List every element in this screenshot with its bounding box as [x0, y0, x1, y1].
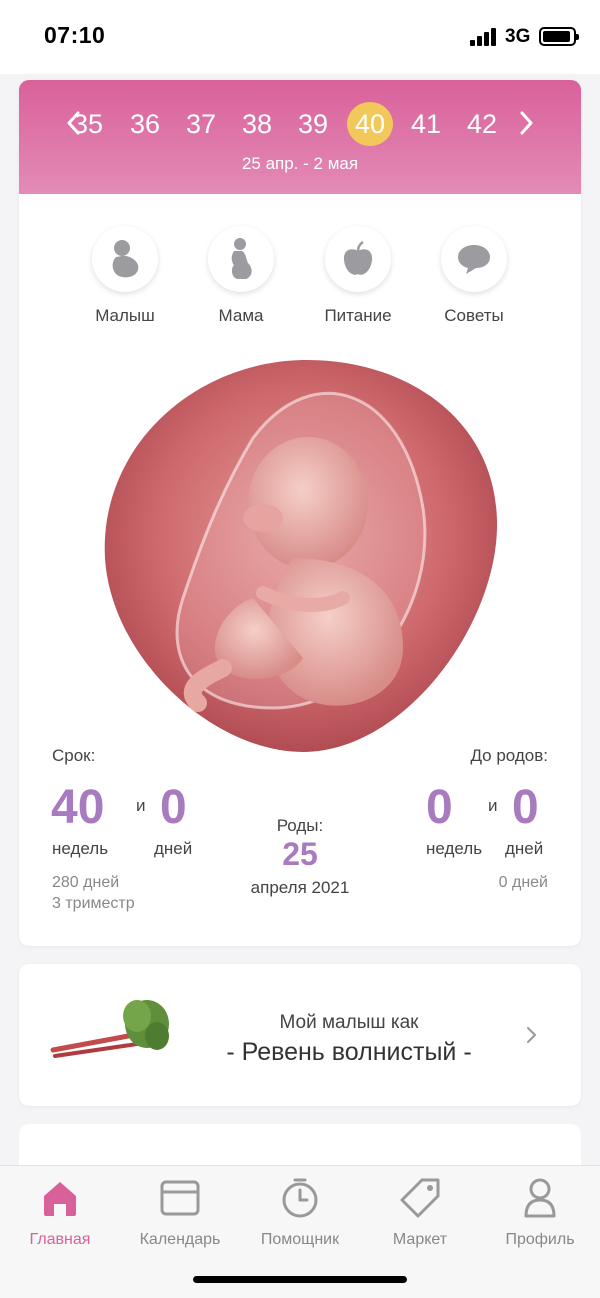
home-indicator [193, 1276, 407, 1283]
rhubarb-image [47, 994, 172, 1070]
tab-market[interactable]: Маркет [360, 1176, 480, 1249]
until-days-unit: дней [505, 839, 544, 858]
term-trimester: 3 триместр [52, 895, 135, 912]
tab-assistant[interactable]: Помощник [240, 1176, 360, 1249]
size-card-name: - Ревень волнистый - [226, 1038, 472, 1066]
category-tips[interactable]: Советы [419, 226, 529, 326]
until-weeks-value: 0 [426, 781, 453, 834]
term-weeks-unit: недель [52, 839, 109, 858]
tab-label: Календарь [139, 1231, 221, 1248]
apple-icon [325, 226, 391, 292]
until-days-value: 0 [512, 781, 539, 834]
week-item[interactable]: 41 [403, 102, 449, 146]
week-selector: 35 36 37 38 39 40 41 42 25 апр. - 2 мая [19, 80, 581, 194]
term-label: Срок: [52, 746, 96, 765]
signal-icon [470, 28, 498, 46]
until-and: и [488, 796, 498, 815]
next-week-arrow-icon[interactable] [513, 108, 539, 138]
tab-profile[interactable]: Профиль [480, 1176, 600, 1249]
until-weeks-unit: недель [426, 839, 483, 858]
week-item-selected[interactable]: 40 [347, 102, 393, 146]
calendar-icon [160, 1180, 200, 1216]
tab-label: Профиль [505, 1231, 575, 1248]
term-days-unit: дней [154, 839, 193, 858]
pregnant-woman-icon [208, 226, 274, 292]
category-mom[interactable]: Мама [186, 226, 296, 326]
fetus-illustration [103, 358, 499, 754]
week-row: 35 36 37 38 39 40 41 42 [19, 102, 581, 146]
chevron-right-icon [524, 1024, 540, 1046]
baby-icon [92, 226, 158, 292]
term-days-value: 0 [160, 781, 187, 834]
tab-label: Помощник [260, 1231, 340, 1248]
tag-icon [400, 1178, 440, 1218]
category-baby[interactable]: Малыш [70, 226, 180, 326]
size-card-subtitle: Мой малыш как [279, 1012, 419, 1033]
term-weeks-value: 40 [51, 781, 105, 834]
status-time: 07:10 [44, 22, 106, 48]
baby-size-card[interactable]: Мой малыш как - Ревень волнистый - [19, 964, 581, 1106]
category-label: Питание [324, 306, 392, 325]
status-bar: 07:10 3G [0, 0, 600, 74]
week-item[interactable]: 36 [122, 102, 168, 146]
timer-icon [282, 1178, 318, 1218]
profile-icon [524, 1178, 556, 1218]
category-label: Мама [218, 306, 264, 325]
week-item[interactable]: 39 [290, 102, 336, 146]
tab-calendar[interactable]: Календарь [120, 1176, 240, 1249]
term-and: и [136, 796, 146, 815]
speech-bubble-icon [441, 226, 507, 292]
tab-label: Маркет [392, 1231, 448, 1248]
until-total-days: 0 дней [498, 874, 548, 891]
week-item[interactable]: 35 [77, 102, 107, 146]
until-birth-label: До родов: [470, 746, 548, 765]
term-total-days: 280 дней [52, 874, 120, 891]
tab-home[interactable]: Главная [0, 1176, 120, 1249]
category-nutrition[interactable]: Питание [303, 226, 413, 326]
week-item[interactable]: 42 [459, 102, 505, 146]
pregnancy-week-card: 35 36 37 38 39 40 41 42 25 апр. - 2 мая … [19, 80, 581, 946]
home-icon [44, 1182, 76, 1216]
category-label: Советы [444, 306, 504, 325]
due-label: Роды: [276, 816, 324, 835]
category-label: Малыш [95, 306, 155, 325]
due-day: 25 [282, 836, 318, 872]
tab-label: Главная [29, 1231, 91, 1248]
week-date-range: 25 апр. - 2 мая [241, 154, 359, 173]
week-item[interactable]: 38 [234, 102, 280, 146]
battery-icon [539, 27, 579, 46]
week-item[interactable]: 37 [178, 102, 224, 146]
due-month-year: апреля 2021 [250, 878, 350, 897]
network-type: 3G [505, 26, 531, 47]
